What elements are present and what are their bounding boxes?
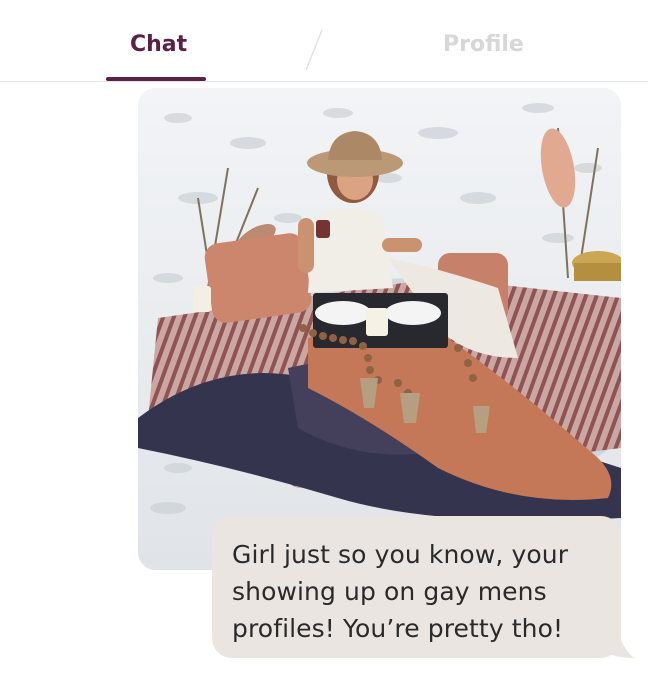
message-text: Girl just so you know, your showing up o… — [232, 540, 569, 643]
tab-chat[interactable]: Chat — [130, 32, 187, 57]
active-tab-indicator — [106, 77, 206, 81]
tab-divider — [305, 29, 323, 71]
bubble-tail — [600, 630, 634, 658]
chat-screen: Chat Profile Girl just so you know, your… — [0, 0, 648, 683]
beach-picnic-photo — [138, 88, 621, 570]
tab-bar: Chat Profile — [0, 0, 648, 82]
message-bubble[interactable]: Girl just so you know, your showing up o… — [212, 516, 621, 658]
photo-message[interactable] — [138, 88, 621, 570]
tab-profile[interactable]: Profile — [443, 32, 524, 57]
